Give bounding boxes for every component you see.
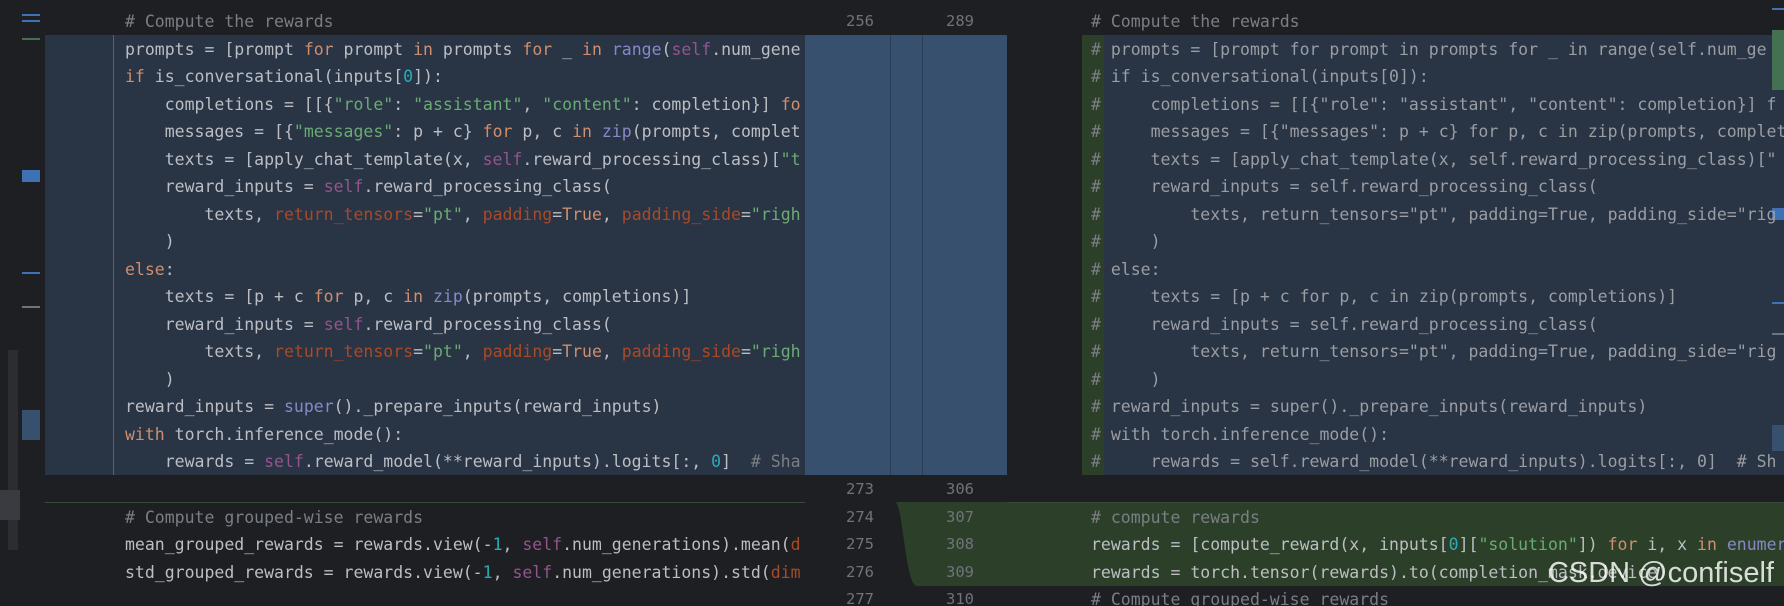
diff-separator-right	[1007, 502, 1784, 503]
code-line-1: prompts = [prompt for prompt in prompts …	[125, 40, 801, 59]
gutter-line-right-top: 289	[946, 12, 974, 30]
right-marker-top	[1772, 8, 1784, 10]
commented-line-4: # messages = [{"messages": p + c} for p,…	[1091, 122, 1784, 141]
added-line-1: rewards = [compute_reward(x, inputs[0]["…	[1091, 535, 1784, 554]
scrollbar-thumb[interactable]	[8, 350, 18, 550]
code-line-12: texts, return_tensors="pt", padding=True…	[125, 342, 801, 361]
gutter-line-left: 275	[846, 535, 874, 553]
code-line-6: reward_inputs = self.reward_processing_c…	[125, 177, 612, 196]
commented-line-8: # )	[1091, 232, 1161, 251]
commented-line-11: # reward_inputs = self.reward_processing…	[1091, 315, 1598, 334]
code-line-last-right: # Compute grouped-wise rewards	[1091, 590, 1390, 606]
change-marker-line	[113, 35, 114, 475]
right-editor-pane[interactable]: # Compute the rewards # prompts = [promp…	[1007, 0, 1784, 606]
commented-line-16: # rewards = self.reward_model(**reward_i…	[1091, 452, 1777, 471]
gutter-line-left: 276	[846, 563, 874, 581]
code-line-3: completions = [[{"role": "assistant", "c…	[125, 95, 801, 114]
gutter-line-right: 306	[946, 480, 974, 498]
code-line-10: texts = [p + c for p, c in zip(prompts, …	[125, 287, 692, 306]
code-line-after-comment: # Compute grouped-wise rewards	[125, 508, 424, 527]
marker-gray	[22, 306, 40, 308]
commented-line-5: # texts = [apply_chat_template(x, self.r…	[1091, 150, 1777, 169]
code-line-15: with torch.inference_mode():	[125, 425, 404, 444]
gutter-line-left: 274	[846, 508, 874, 526]
code-line-13: )	[125, 370, 175, 389]
code-line-14: reward_inputs = super()._prepare_inputs(…	[125, 397, 662, 416]
commented-line-1: # prompts = [prompt for prompt in prompt…	[1091, 40, 1767, 59]
code-line-16: rewards = self.reward_model(**reward_inp…	[125, 452, 801, 471]
commented-line-6: # reward_inputs = self.reward_processing…	[1091, 177, 1598, 196]
scrollbar-handle[interactable]	[0, 490, 20, 520]
code-line-after-1: mean_grouped_rewards = rewards.view(-1, …	[125, 535, 801, 554]
gutter-line-left-top: 256	[846, 12, 874, 30]
code-line-after-2: std_grouped_rewards = rewards.view(-1, s…	[125, 563, 801, 582]
right-marker-added	[1772, 30, 1784, 90]
code-line-comment: # Compute the rewards	[125, 12, 334, 31]
right-marker-mid	[1772, 302, 1784, 304]
code-line-4: messages = [{"messages": p + c} for p, c…	[125, 122, 801, 141]
gutter-line-right: 310	[946, 590, 974, 606]
commented-line-3: # completions = [[{"role": "assistant", …	[1091, 95, 1777, 114]
code-line-11: reward_inputs = self.reward_processing_c…	[125, 315, 612, 334]
code-line-9: else:	[125, 260, 175, 279]
commented-line-7: # texts, return_tensors="pt", padding=Tr…	[1091, 205, 1777, 224]
commented-line-2: # if is_conversational(inputs[0]):	[1091, 67, 1429, 86]
code-line-7: texts, return_tensors="pt", padding=True…	[125, 205, 801, 224]
gutter-line-right: 309	[946, 563, 974, 581]
code-line-5: texts = [apply_chat_template(x, self.rew…	[125, 150, 801, 169]
commented-line-15: # with torch.inference_mode():	[1091, 425, 1390, 444]
diff-gutter: 256 289 273 274 275 276 277 306 307 308 …	[805, 0, 1007, 606]
commented-line-9: # else:	[1091, 260, 1161, 279]
added-line-comment: # compute rewards	[1091, 508, 1260, 527]
marker-block	[22, 170, 40, 182]
marker-top-2	[22, 20, 40, 22]
code-line-8: )	[125, 232, 175, 251]
right-marker-gray	[1772, 333, 1784, 335]
gutter-line-left: 277	[846, 590, 874, 606]
marker-change	[22, 38, 40, 40]
commented-line-12: # texts, return_tensors="pt", padding=Tr…	[1091, 342, 1777, 361]
commented-line-10: # texts = [p + c for p, c in zip(prompts…	[1091, 287, 1678, 306]
left-editor-pane[interactable]: # Compute the rewards prompts = [prompt …	[0, 0, 805, 606]
gutter-line-right: 308	[946, 535, 974, 553]
marker-mid	[22, 272, 40, 274]
gutter-line-right: 307	[946, 508, 974, 526]
code-line-comment-right: # Compute the rewards	[1091, 12, 1300, 31]
commented-line-14: # reward_inputs = super()._prepare_input…	[1091, 397, 1648, 416]
marker-top	[22, 14, 40, 16]
marker-block-2	[22, 410, 40, 440]
watermark: CSDN @confiself	[1547, 557, 1774, 589]
commented-line-13: # )	[1091, 370, 1161, 389]
gutter-line-left: 273	[846, 480, 874, 498]
code-line-2: if is_conversational(inputs[0]):	[125, 67, 443, 86]
diff-separator	[45, 502, 805, 503]
